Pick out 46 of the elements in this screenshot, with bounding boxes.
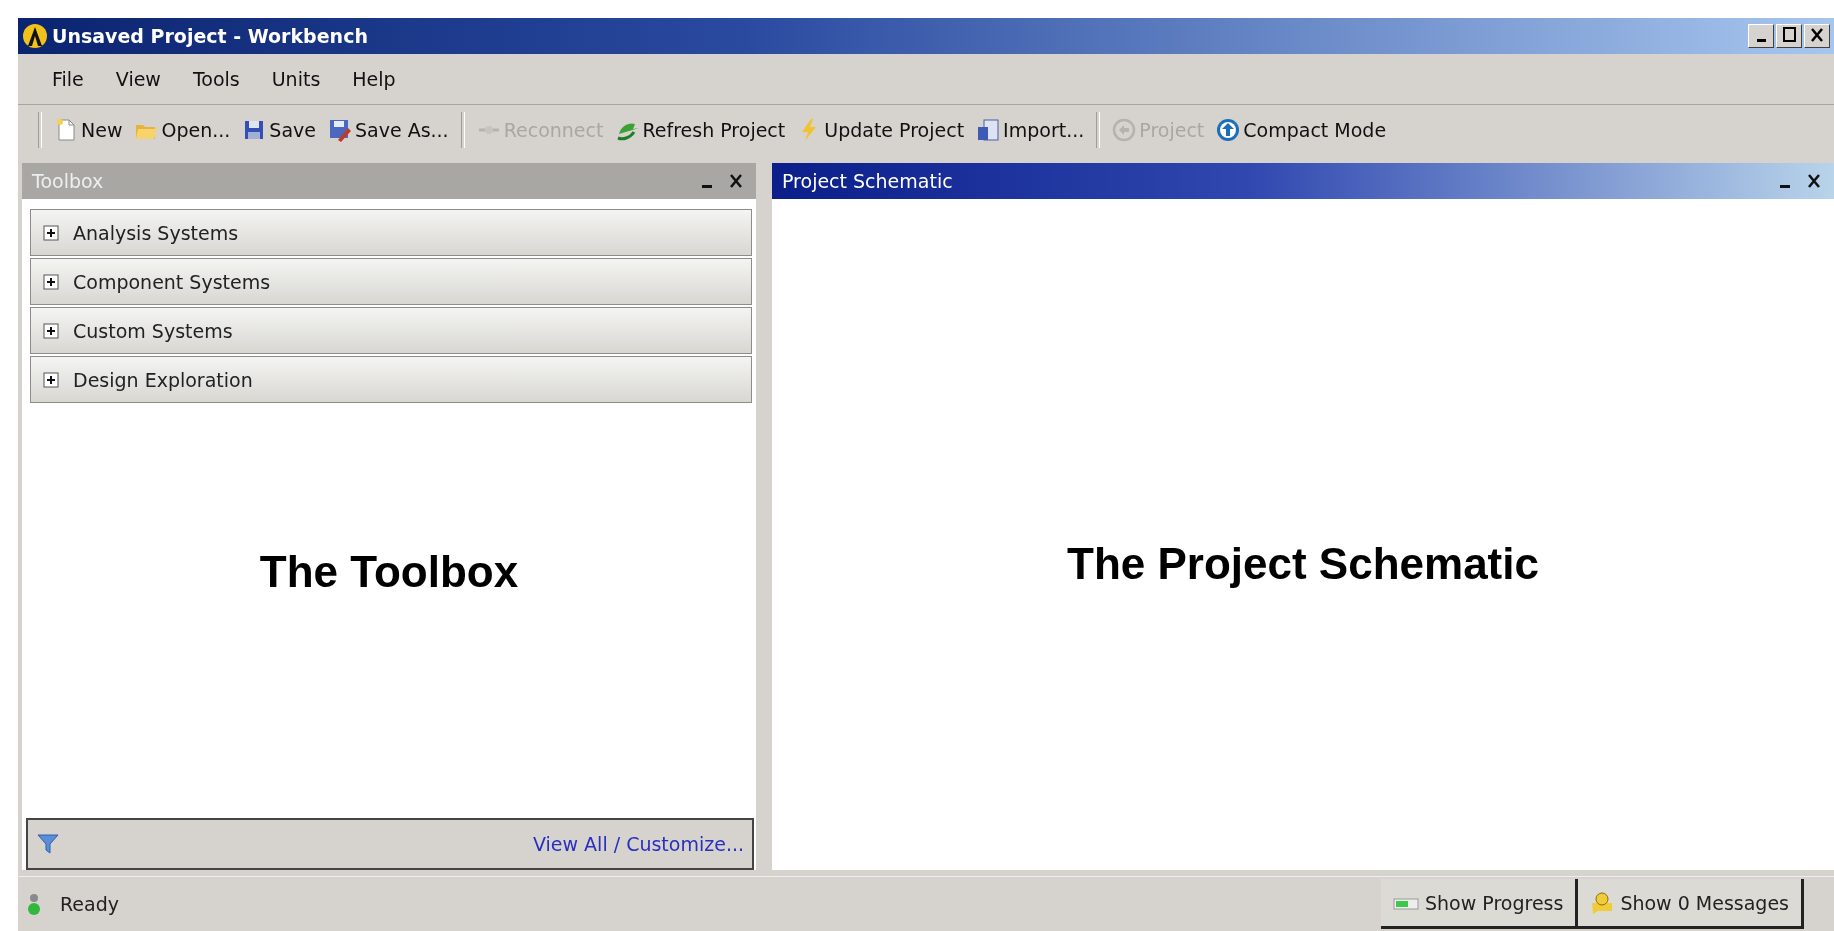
expand-icon[interactable] <box>43 371 59 388</box>
document-icon <box>54 118 78 142</box>
progress-button[interactable]: Show Progress <box>1381 879 1579 929</box>
group-label: Design Exploration <box>73 368 253 391</box>
toolbar-button[interactable]: Import... <box>970 116 1091 144</box>
panel-title: Project Schematic <box>782 170 954 192</box>
toolbar-button[interactable]: Update Project <box>791 116 971 144</box>
menu-item[interactable]: Help <box>340 64 408 94</box>
group-label: Custom Systems <box>73 319 233 342</box>
toolbar-button[interactable]: Refresh Project <box>609 116 792 144</box>
save-as-icon <box>327 118 352 142</box>
panel-caption: The Toolbox <box>259 546 519 597</box>
window-title: Unsaved Project - Workbench <box>52 25 369 47</box>
group-label: Analysis Systems <box>73 221 239 244</box>
toolbox-group[interactable]: Analysis Systems <box>30 209 752 256</box>
toolbar-button[interactable]: Save <box>236 116 322 144</box>
minimize-icon <box>702 184 712 188</box>
toolbar-button[interactable]: Compact Mode <box>1210 116 1393 144</box>
import-icon <box>976 118 1001 142</box>
minimize-icon <box>1756 39 1766 42</box>
toolbox-group[interactable]: Design Exploration <box>30 356 752 403</box>
messages-button[interactable]: Show 0 Messages <box>1578 879 1804 929</box>
app-logo-icon <box>22 24 48 48</box>
minimize-button[interactable] <box>1748 24 1774 48</box>
maximize-button[interactable] <box>1776 24 1802 48</box>
toolbar-button[interactable]: Open... <box>128 116 237 144</box>
menu-item[interactable]: Tools <box>180 64 252 94</box>
close-button[interactable] <box>1804 24 1830 48</box>
toolbox-group[interactable]: Component Systems <box>30 258 752 305</box>
panel-title: Toolbox <box>32 170 105 192</box>
expand-icon[interactable] <box>43 322 59 339</box>
menu-item[interactable]: View <box>103 64 173 94</box>
status-light-icon <box>26 892 42 916</box>
view-all-link[interactable]: View All / Customize... <box>533 833 744 855</box>
panel-caption: The Project Schematic <box>1067 538 1539 589</box>
toolbar-button[interactable]: New <box>48 116 129 144</box>
menu-item[interactable]: File <box>40 64 96 94</box>
expand-icon[interactable] <box>43 273 59 290</box>
group-label: Component Systems <box>73 270 271 293</box>
menu-item[interactable]: Units <box>259 64 333 94</box>
expand-icon[interactable] <box>43 224 59 241</box>
toolbox-group[interactable]: Custom Systems <box>30 307 752 354</box>
toolbar-button[interactable]: Save As... <box>321 116 455 144</box>
filter-icon <box>36 832 60 856</box>
minimize-icon <box>1780 184 1790 188</box>
status-text: Ready <box>60 893 120 915</box>
